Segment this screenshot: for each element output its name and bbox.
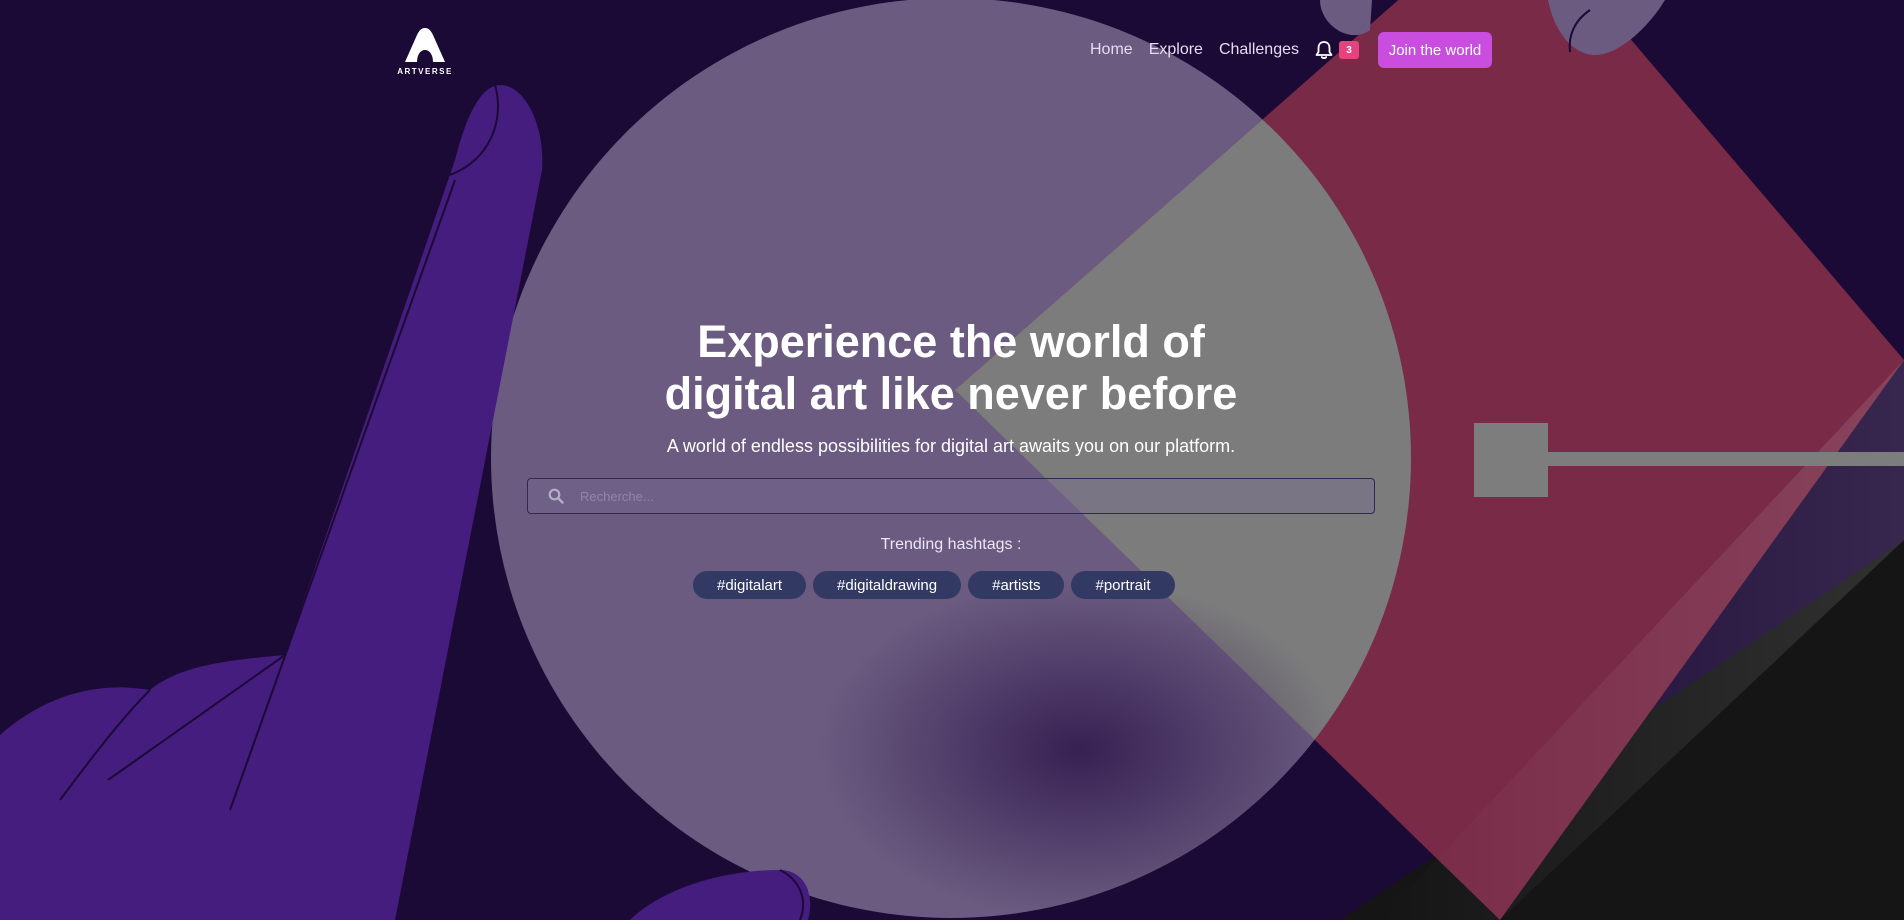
search-input[interactable] [578, 487, 1342, 505]
logo-a-icon [405, 28, 445, 62]
hashtag-chip[interactable]: #digitalart [693, 571, 807, 599]
trending-hashtags-list: #digitalart #digitaldrawing #artists #po… [693, 571, 1175, 599]
hashtag-chip[interactable]: #digitaldrawing [813, 571, 962, 599]
gray-square-shape [1474, 423, 1548, 497]
hashtag-chip[interactable]: #portrait [1071, 571, 1175, 599]
hero-headline-line-1: Experience the world of [697, 316, 1205, 367]
hero-section: Experience the world of digital art like… [526, 316, 1376, 457]
notification-count-badge: 3 [1339, 41, 1359, 59]
bell-icon [1315, 41, 1333, 59]
join-the-world-button[interactable]: Join the world [1378, 32, 1492, 68]
gray-bar-shape [1548, 452, 1904, 466]
notifications-button[interactable]: 3 [1315, 40, 1359, 60]
hashtag-chip[interactable]: #artists [968, 571, 1065, 599]
top-navigation-bar: ARTVERSE Home Explore Challenges 3 Join … [0, 0, 1904, 100]
hero-headline: Experience the world of digital art like… [526, 316, 1376, 420]
nav-challenges-link[interactable]: Challenges [1219, 41, 1299, 59]
logo-wordmark: ARTVERSE [397, 67, 453, 76]
search-bar[interactable] [527, 478, 1375, 514]
artverse-logo[interactable]: ARTVERSE [397, 28, 453, 76]
search-icon [548, 487, 566, 505]
hero-background-illustration [0, 0, 1904, 920]
hero-headline-line-2: digital art like never before [664, 368, 1238, 419]
nav-explore-link[interactable]: Explore [1149, 41, 1203, 59]
nav-home-link[interactable]: Home [1090, 41, 1133, 59]
main-nav: Home Explore Challenges 3 [1090, 31, 1359, 69]
trending-hashtags-label: Trending hashtags : [880, 536, 1022, 553]
hero-subtitle: A world of endless possibilities for dig… [666, 436, 1236, 456]
